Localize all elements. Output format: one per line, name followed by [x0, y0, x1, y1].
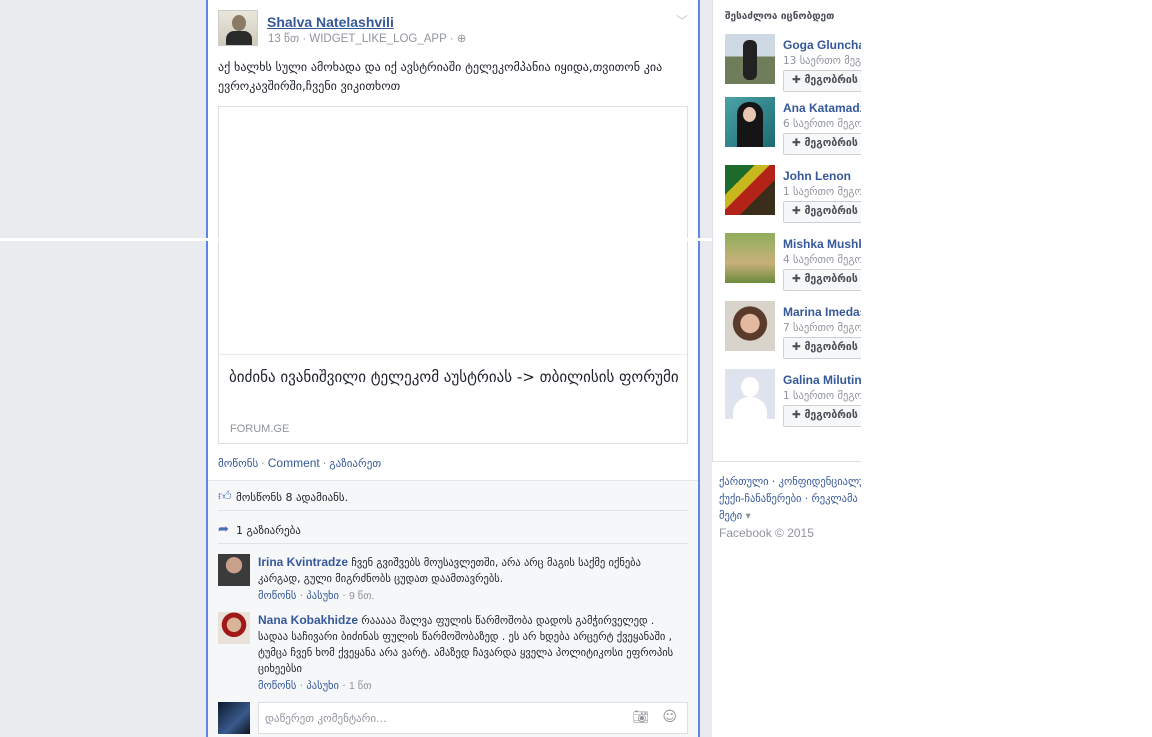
shares-summary: ➦ 1 გაზიარება [218, 514, 688, 544]
add-friend-icon: ✚ [792, 74, 805, 86]
mutual-friends[interactable]: 6 საერთო მეგობარი [783, 118, 861, 130]
post-author-name[interactable]: Shalva Natelashvili [267, 14, 394, 30]
person-name[interactable]: Mishka Mushkudiani [783, 237, 861, 251]
person-name[interactable]: Galina Milutina [783, 373, 861, 387]
ufi-panel: 👍︎ მოსწონს 8 ადამიანს. ➦ 1 გაზიარება Iri… [208, 480, 698, 737]
comment-button[interactable]: Comment [268, 456, 320, 470]
comment-reply-button[interactable]: პასუხი [306, 590, 339, 602]
audience-icon[interactable]: ⊕ [457, 33, 467, 45]
comment-composer: დაწერეთ კომენტარი... 📷︎ ☺ [218, 702, 688, 734]
footer-line-1[interactable]: ქართული · კონფიდენციალურობა · [719, 474, 861, 491]
link-preview-image[interactable] [219, 107, 687, 355]
link-preview-domain: FORUM.GE [230, 423, 290, 435]
comment-input[interactable]: დაწერეთ კომენტარი... 📷︎ ☺ [258, 702, 688, 734]
commenter-avatar[interactable] [218, 612, 250, 644]
post-actions: მოწონს · Comment · გაზიარეთ [218, 456, 382, 470]
link-preview-title[interactable]: ბიძინა ივანიშვილი ტელეკომ აუსტრიას -> თბ… [229, 366, 679, 388]
mutual-friends[interactable]: 1 საერთო მეგობარი [783, 390, 861, 402]
add-friend-button[interactable]: ✚ მეგობრის [783, 269, 861, 291]
comment-like-button[interactable]: მოწონს [258, 590, 296, 602]
comment-time[interactable]: 9 წთ. [349, 590, 375, 602]
screen-divider-line [0, 238, 712, 241]
default-avatar[interactable] [725, 369, 775, 419]
add-friend-button[interactable]: ✚ მეგობრის [783, 70, 861, 92]
add-friend-icon: ✚ [792, 409, 805, 421]
add-friend-button[interactable]: ✚ მეგობრის [783, 337, 861, 359]
comment-time[interactable]: 1 წთ [349, 680, 372, 692]
feed-post: Shalva Natelashvili 13 წთ · WIDGET_LIKE_… [206, 0, 700, 737]
add-friend-icon: ✚ [792, 137, 805, 149]
mutual-friends[interactable]: 4 საერთო მეგობარი [783, 254, 861, 266]
link-preview-card[interactable]: ბიძინა ივანიშვილი ტელეკომ აუსტრიას -> თბ… [218, 106, 688, 444]
page-background-gap [700, 0, 712, 737]
copyright: Facebook © 2015 [719, 526, 814, 540]
my-avatar [218, 702, 250, 734]
person-photo[interactable] [725, 34, 775, 84]
person-photo[interactable] [725, 233, 775, 283]
shares-text[interactable]: 1 გაზიარება [236, 524, 301, 537]
likes-summary: 👍︎ მოსწონს 8 ადამიანს. [218, 481, 688, 511]
comment-reply-button[interactable]: პასუხი [306, 680, 339, 692]
add-friend-button[interactable]: ✚ მეგობრის [783, 133, 861, 155]
post-header: Shalva Natelashvili 13 წთ · WIDGET_LIKE_… [218, 10, 688, 50]
pymk-item: Mishka Mushkudiani 4 საერთო მეგობარი ✚ მ… [725, 233, 861, 295]
right-sidebar: შესაძლოა იცნობდეთ Goga Gluncha 13 საერთო… [712, 0, 861, 737]
mutual-friends[interactable]: 7 საერთო მეგობარი [783, 322, 861, 334]
page-background-left [0, 0, 206, 737]
commenter-avatar[interactable] [218, 554, 250, 586]
commenter-name[interactable]: Nana Kobakhidze [258, 613, 358, 627]
share-button[interactable]: გაზიარეთ [329, 457, 381, 470]
emoji-icon[interactable]: ☺ [662, 709, 677, 725]
pymk-item: John Lenon 1 საერთო მეგობარი ✚ მეგობრის [725, 165, 861, 227]
pymk-item: Marina Imedashvili 7 საერთო მეგობარი ✚ მ… [725, 301, 861, 363]
person-name[interactable]: Marina Imedashvili [783, 305, 861, 319]
add-friend-icon: ✚ [792, 341, 805, 353]
person-photo[interactable] [725, 165, 775, 215]
post-meta: 13 წთ · WIDGET_LIKE_LOG_APP · ⊕ [268, 33, 467, 45]
comment-input-placeholder: დაწერეთ კომენტარი... [265, 712, 387, 725]
person-name[interactable]: Goga Gluncha [783, 38, 861, 52]
footer-links: ქართული · კონფიდენციალურობა · ქუქი-ჩანაწ… [719, 474, 861, 525]
people-you-may-know: შესაძლოა იცნობდეთ Goga Gluncha 13 საერთო… [712, 0, 861, 462]
mutual-friends[interactable]: 1 საერთო მეგობარი [783, 186, 861, 198]
thumbs-up-icon: 👍︎ [218, 489, 232, 504]
share-arrow-icon: ➦ [218, 522, 229, 537]
like-button[interactable]: მოწონს [218, 457, 258, 470]
footer-more[interactable]: მეტი ▾ [719, 508, 859, 525]
person-photo[interactable] [725, 97, 775, 147]
pymk-title: შესაძლოა იცნობდეთ [725, 11, 835, 22]
post-options-chevron-icon[interactable]: ﹀ [676, 12, 688, 29]
commenter-name[interactable]: Irina Kvintradze [258, 555, 348, 569]
pymk-item: Ana Katamadze 6 საერთო მეგობარი ✚ მეგობრ… [725, 97, 861, 159]
add-friend-icon: ✚ [792, 273, 805, 285]
pymk-item: Galina Milutina 1 საერთო მეგობარი ✚ მეგო… [725, 369, 861, 431]
pymk-item: Goga Gluncha 13 საერთო მეგობარი ✚ მეგობრ… [725, 34, 861, 96]
likes-text[interactable]: მოსწონს 8 ადამიანს. [236, 491, 348, 504]
camera-icon[interactable]: 📷︎ [632, 710, 649, 725]
person-photo[interactable] [725, 301, 775, 351]
author-avatar[interactable] [218, 10, 258, 46]
comment-like-button[interactable]: მოწონს [258, 680, 296, 692]
post-text: აქ ხალხს სული ამოხადა და იქ ავსტრიაში ტე… [218, 60, 663, 93]
footer-line-2[interactable]: ქუქი-ჩანაწერები · რეკლამა · [719, 491, 861, 508]
mutual-friends[interactable]: 13 საერთო მეგობარი [783, 55, 861, 67]
caret-down-icon: ▾ [742, 510, 751, 522]
add-friend-button[interactable]: ✚ მეგობრის [783, 201, 861, 223]
person-name[interactable]: John Lenon [783, 169, 851, 183]
person-name[interactable]: Ana Katamadze [783, 101, 861, 115]
add-friend-icon: ✚ [792, 205, 805, 217]
add-friend-button[interactable]: ✚ მეგობრის [783, 405, 861, 427]
